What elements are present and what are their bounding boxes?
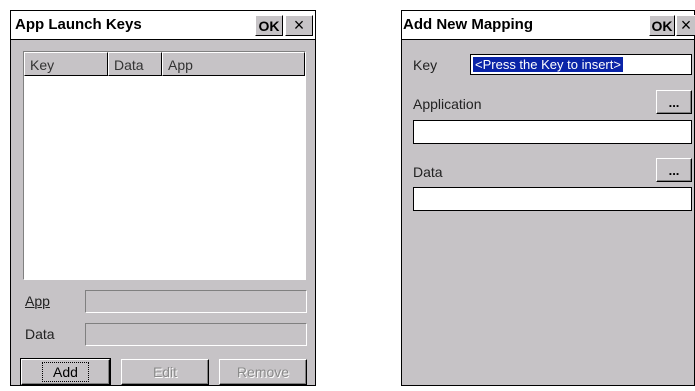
- close-icon[interactable]: ×: [285, 15, 313, 36]
- data-field: [85, 323, 307, 346]
- close-icon[interactable]: ×: [676, 15, 695, 36]
- title-bar: App Launch Keys OK ×: [11, 11, 315, 40]
- application-label: Application: [413, 96, 482, 112]
- ok-button[interactable]: OK: [649, 15, 675, 36]
- key-input[interactable]: <Press the Key to insert>: [470, 54, 692, 75]
- mappings-list[interactable]: Key Data App: [23, 51, 306, 280]
- column-key[interactable]: Key: [24, 52, 108, 76]
- ellipsis-icon: ...: [668, 162, 680, 178]
- column-app[interactable]: App: [162, 52, 305, 76]
- add-button[interactable]: Add: [20, 358, 111, 386]
- application-field[interactable]: [413, 120, 692, 144]
- key-label: Key: [413, 57, 438, 73]
- list-header: Key Data App: [24, 52, 305, 76]
- app-label: App: [25, 293, 50, 309]
- data-label: Data: [413, 164, 443, 180]
- add-button-label: Add: [42, 362, 89, 382]
- title-bar: Add New Mapping OK ×: [402, 11, 695, 40]
- column-data[interactable]: Data: [108, 52, 162, 76]
- data-field[interactable]: [413, 187, 692, 211]
- data-browse-button[interactable]: ...: [656, 158, 692, 182]
- ellipsis-icon: ...: [668, 94, 680, 110]
- application-browse-button[interactable]: ...: [656, 90, 692, 114]
- app-field: [85, 290, 307, 313]
- remove-button[interactable]: Remove: [219, 359, 307, 385]
- add-new-mapping-window: Add New Mapping OK × Key <Press the Key …: [401, 10, 695, 386]
- window-title: Add New Mapping: [403, 16, 533, 33]
- window-title: App Launch Keys: [15, 16, 142, 33]
- edit-button[interactable]: Edit: [121, 359, 209, 385]
- key-input-value: <Press the Key to insert>: [473, 57, 623, 72]
- data-label: Data: [25, 326, 55, 342]
- ok-button[interactable]: OK: [255, 15, 283, 36]
- app-launch-keys-window: App Launch Keys OK × Key Data App App Da…: [10, 10, 316, 386]
